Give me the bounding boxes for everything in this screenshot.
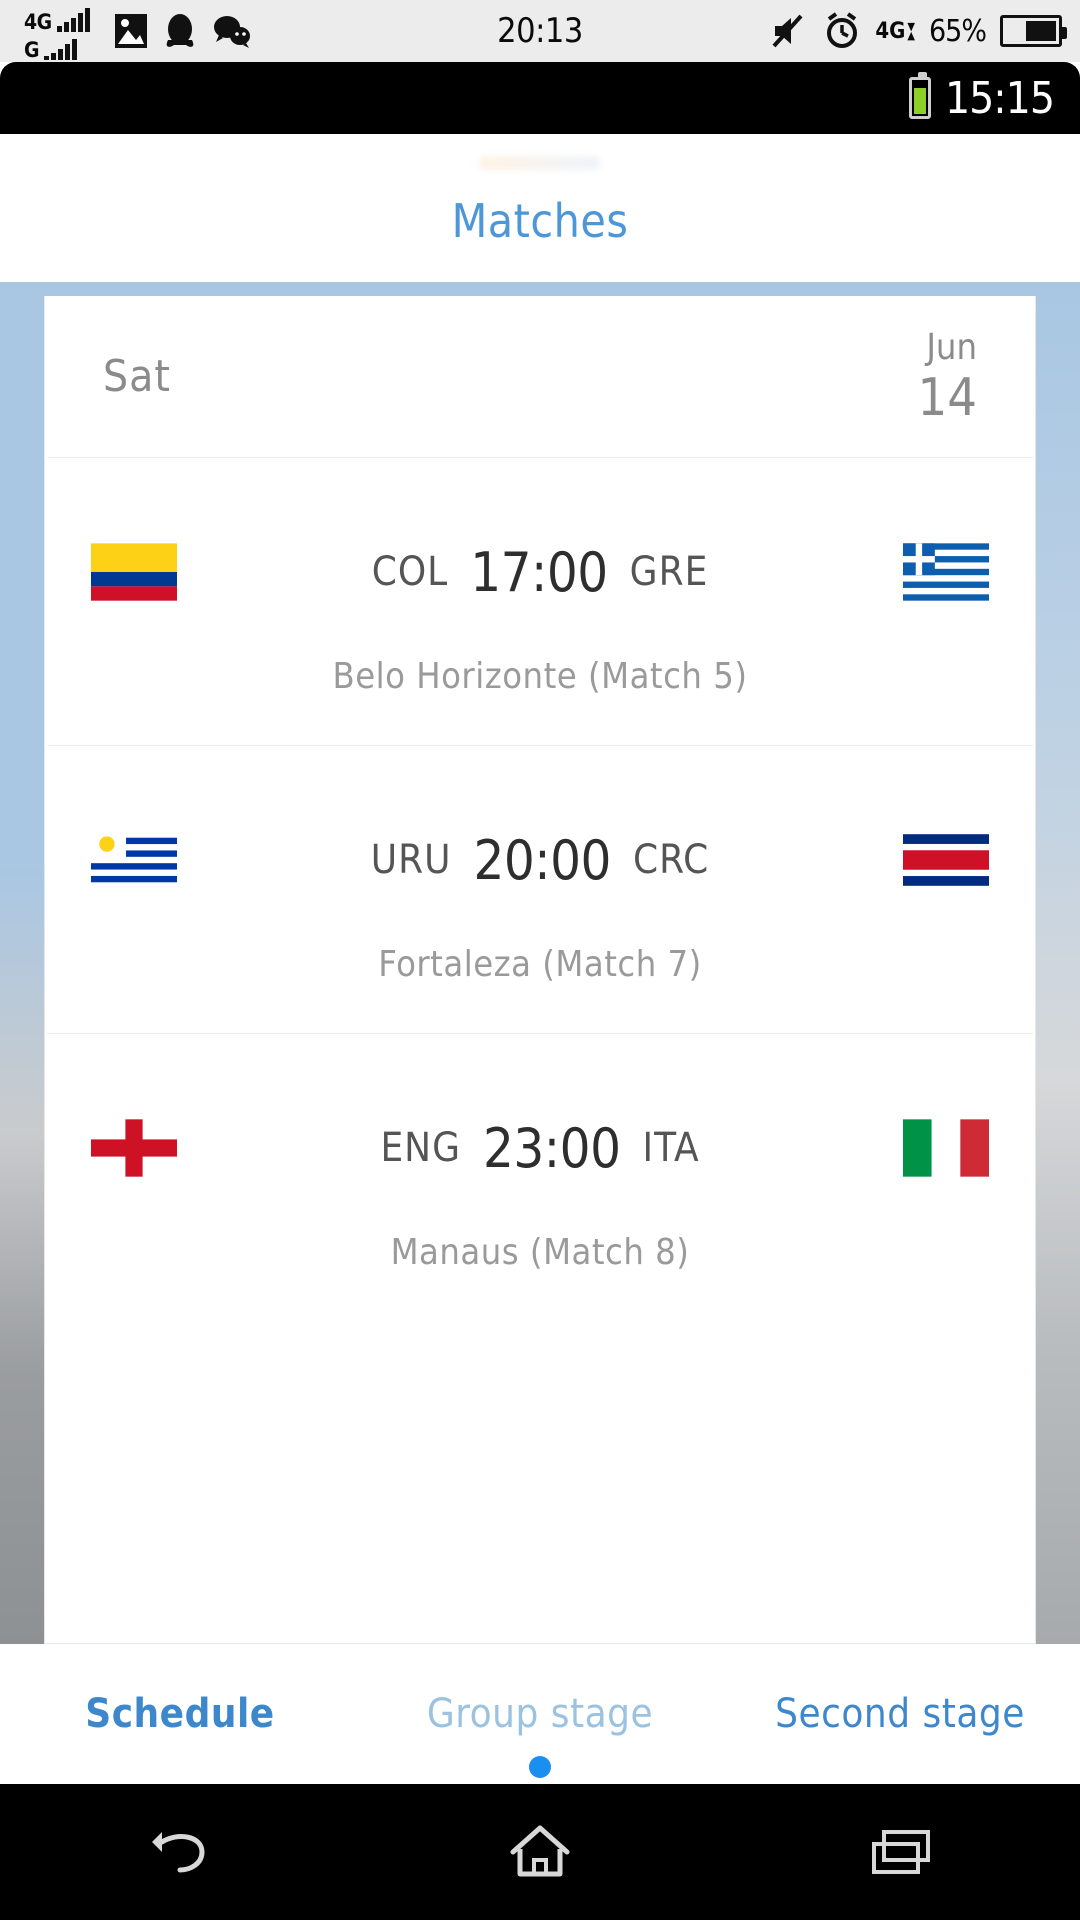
home-flag-container [91,543,241,601]
venue-label: Belo Horizonte (Match 5) [332,656,748,697]
away-abbr: GRE [629,549,709,595]
home-flag-container [91,1119,241,1177]
mute-icon [772,14,803,48]
kickoff-time: 20:00 [473,828,611,892]
device-status-bar: 15:15 [0,62,1080,134]
page-indicator-dot [529,1756,551,1778]
back-button[interactable] [120,1807,240,1897]
away-flag-container [839,831,989,889]
greece-flag [903,543,989,601]
data-indicator: 4G ▼ ▲ [875,19,915,44]
recents-icon [872,1830,930,1874]
uruguay-flag [91,831,177,889]
home-flag-container [91,831,241,889]
alarm-icon [827,12,858,48]
data-arrows-icon: ▼ ▲ [907,20,915,42]
home-icon [510,1825,570,1877]
status-right-group: 4G ▼ ▲ 65% [771,0,1067,62]
device-battery-icon [908,72,931,119]
device-clock: 15:15 [944,72,1055,124]
system-status-bar: 4G G 20:13 4G ▼ ▲ 65% [0,0,1080,62]
tab-schedule[interactable]: Schedule [0,1691,360,1737]
month-label: Jun [926,326,977,368]
kickoff-time: 17:00 [470,540,608,604]
card-frame: Sat Jun 14 COL 17:00 GRE Belo Horizonte … [0,296,1080,1644]
away-flag-container [839,543,989,601]
match-row[interactable]: COL 17:00 GRE Belo Horizonte (Match 5) [47,458,1033,746]
away-flag-container [839,1119,989,1177]
england-flag [91,1119,177,1177]
date-block: Jun 14 [917,326,977,428]
kickoff-time: 23:00 [482,1116,621,1180]
bottom-tab-bar: Schedule Group stage Second stage [0,1644,1080,1784]
schedule-card: Sat Jun 14 COL 17:00 GRE Belo Horizonte … [44,296,1036,1644]
home-abbr: ENG [380,1125,461,1171]
away-abbr: ITA [642,1125,700,1171]
frame-right-edge [1036,296,1080,1644]
venue-label: Fortaleza (Match 7) [378,944,702,985]
app-header: Matches [0,134,1080,282]
date-header: Sat Jun 14 [47,296,1033,458]
tab-group-stage[interactable]: Group stage [360,1691,720,1737]
card-top-border [0,282,1080,296]
match-row[interactable]: URU 20:00 CRC Fortaleza (Match 7) [47,746,1033,1034]
android-nav-bar [0,1784,1080,1920]
away-abbr: CRC [632,837,710,883]
home-abbr: COL [371,549,449,595]
venue-label: Manaus (Match 8) [390,1232,690,1273]
back-icon [152,1832,205,1873]
day-label: 14 [917,367,977,428]
battery-percent: 65% [929,13,987,49]
home-button[interactable] [480,1807,600,1897]
match-row[interactable]: ENG 23:00 ITA Manaus (Match 8) [47,1034,1033,1321]
home-abbr: URU [370,837,452,883]
italy-flag [903,1119,989,1177]
colombia-flag [91,543,177,601]
header-glow [480,156,600,170]
battery-icon [1000,15,1067,47]
recents-button[interactable] [840,1807,960,1897]
day-of-week: Sat [103,351,171,402]
phone-screen: 4G G 20:13 4G ▼ ▲ 65% 15:15 Matches Sat … [0,0,1080,1920]
tab-second-stage[interactable]: Second stage [720,1691,1080,1737]
costa-rica-flag [903,834,989,886]
data-indicator-label: 4G [875,18,906,44]
frame-left-edge [0,296,44,1644]
page-title: Matches [451,194,629,248]
